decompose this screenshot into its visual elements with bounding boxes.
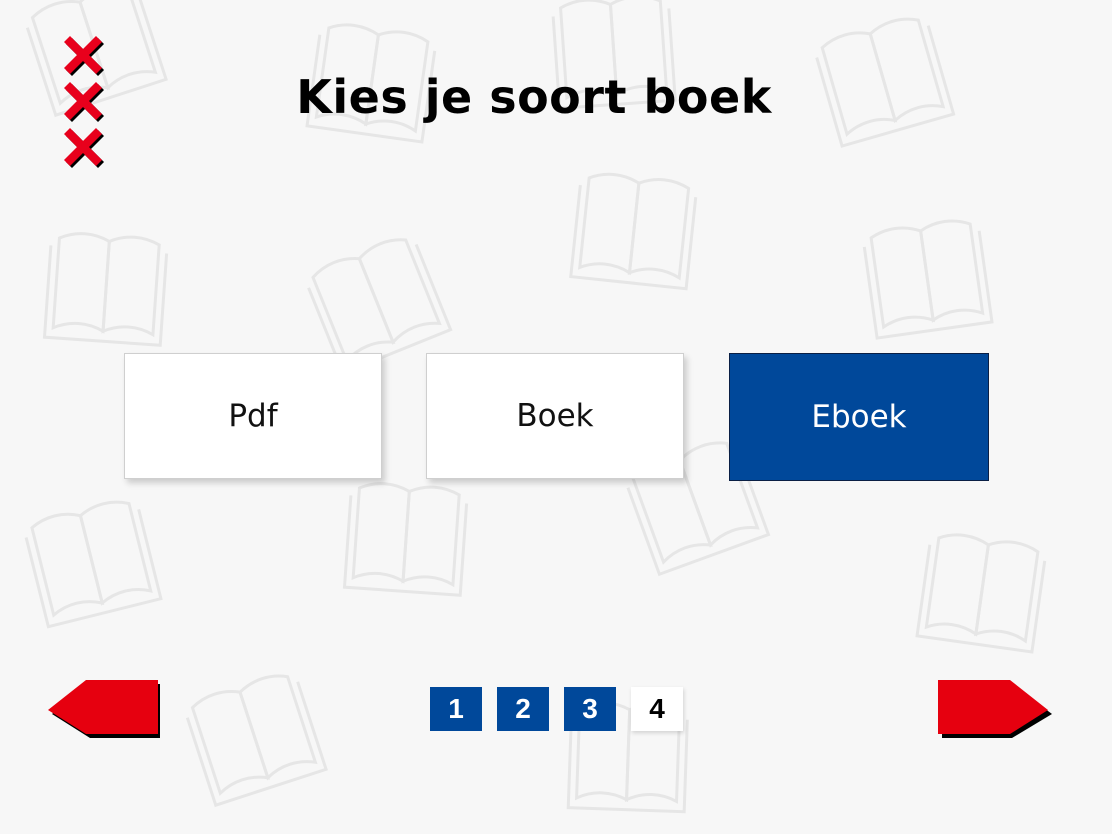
choice-label: Eboek <box>811 399 907 435</box>
book-outline-icon <box>915 529 1049 654</box>
book-outline-icon <box>181 667 328 807</box>
page-2-button[interactable]: 2 <box>497 687 549 731</box>
choice-label: Boek <box>516 398 594 434</box>
choice-pdf-button[interactable]: Pdf <box>124 353 382 479</box>
book-outline-icon <box>42 229 170 347</box>
choice-boek-button[interactable]: Boek <box>426 353 684 479</box>
choice-eboek-button[interactable]: Eboek <box>729 353 989 481</box>
page-3-button[interactable]: 3 <box>564 687 616 731</box>
page-title: Kies je soort boek <box>296 70 772 124</box>
book-outline-icon <box>301 229 453 375</box>
page-1-button[interactable]: 1 <box>430 687 482 731</box>
book-outline-icon <box>342 479 470 597</box>
book-outline-icon <box>21 494 163 629</box>
book-outline-icon <box>569 169 699 291</box>
arrow-right-icon[interactable] <box>938 680 1054 742</box>
book-outline-icon <box>860 215 994 340</box>
choice-label: Pdf <box>228 398 278 434</box>
page-4-button[interactable]: 4 <box>631 687 683 731</box>
arrow-left-icon[interactable] <box>44 680 160 742</box>
